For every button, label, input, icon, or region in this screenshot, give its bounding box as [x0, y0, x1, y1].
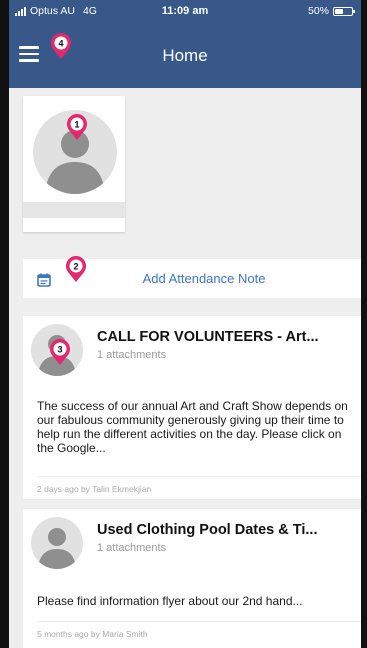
callout-marker-4: 4 — [51, 33, 71, 59]
post-attachments-count: 1 attachments — [97, 349, 167, 361]
svg-text:3: 3 — [57, 345, 62, 355]
svg-text:1: 1 — [74, 120, 79, 130]
svg-text:2: 2 — [73, 262, 78, 272]
post-title[interactable]: Used Clothing Pool Dates & Ti... — [97, 522, 357, 538]
post-body: Please find information flyer about our … — [37, 594, 303, 608]
person-placeholder-icon — [38, 528, 76, 569]
news-post[interactable]: CALL FOR VOLUNTEERS - Art... 1 attachmen… — [23, 316, 361, 499]
post-meta: 2 days ago by Talin Ekmekjian — [37, 484, 152, 494]
post-body: The success of our annual Art and Craft … — [37, 399, 348, 455]
app-screen: Optus AU 4G 11:09 am 50% Home Add Attend… — [9, 0, 361, 648]
battery-info: 50% — [307, 5, 355, 17]
profile-name-placeholder — [23, 202, 125, 218]
news-post[interactable]: Used Clothing Pool Dates & Ti... 1 attac… — [23, 509, 361, 648]
battery-fill — [335, 8, 343, 14]
divider — [37, 621, 361, 622]
callout-marker-3: 3 — [50, 339, 70, 365]
callout-marker-1: 1 — [67, 114, 87, 140]
post-author-avatar — [31, 517, 83, 569]
callout-marker-2: 2 — [66, 256, 86, 282]
status-bar: Optus AU 4G 11:09 am 50% — [9, 0, 361, 24]
battery-icon — [333, 6, 355, 16]
post-title[interactable]: CALL FOR VOLUNTEERS - Art... — [97, 329, 357, 345]
battery-percent: 50% — [307, 5, 329, 17]
svg-text:4: 4 — [58, 39, 63, 49]
divider — [37, 476, 361, 477]
post-meta: 5 months ago by Maria Smith — [37, 629, 148, 639]
post-attachments-count: 1 attachments — [97, 542, 167, 554]
